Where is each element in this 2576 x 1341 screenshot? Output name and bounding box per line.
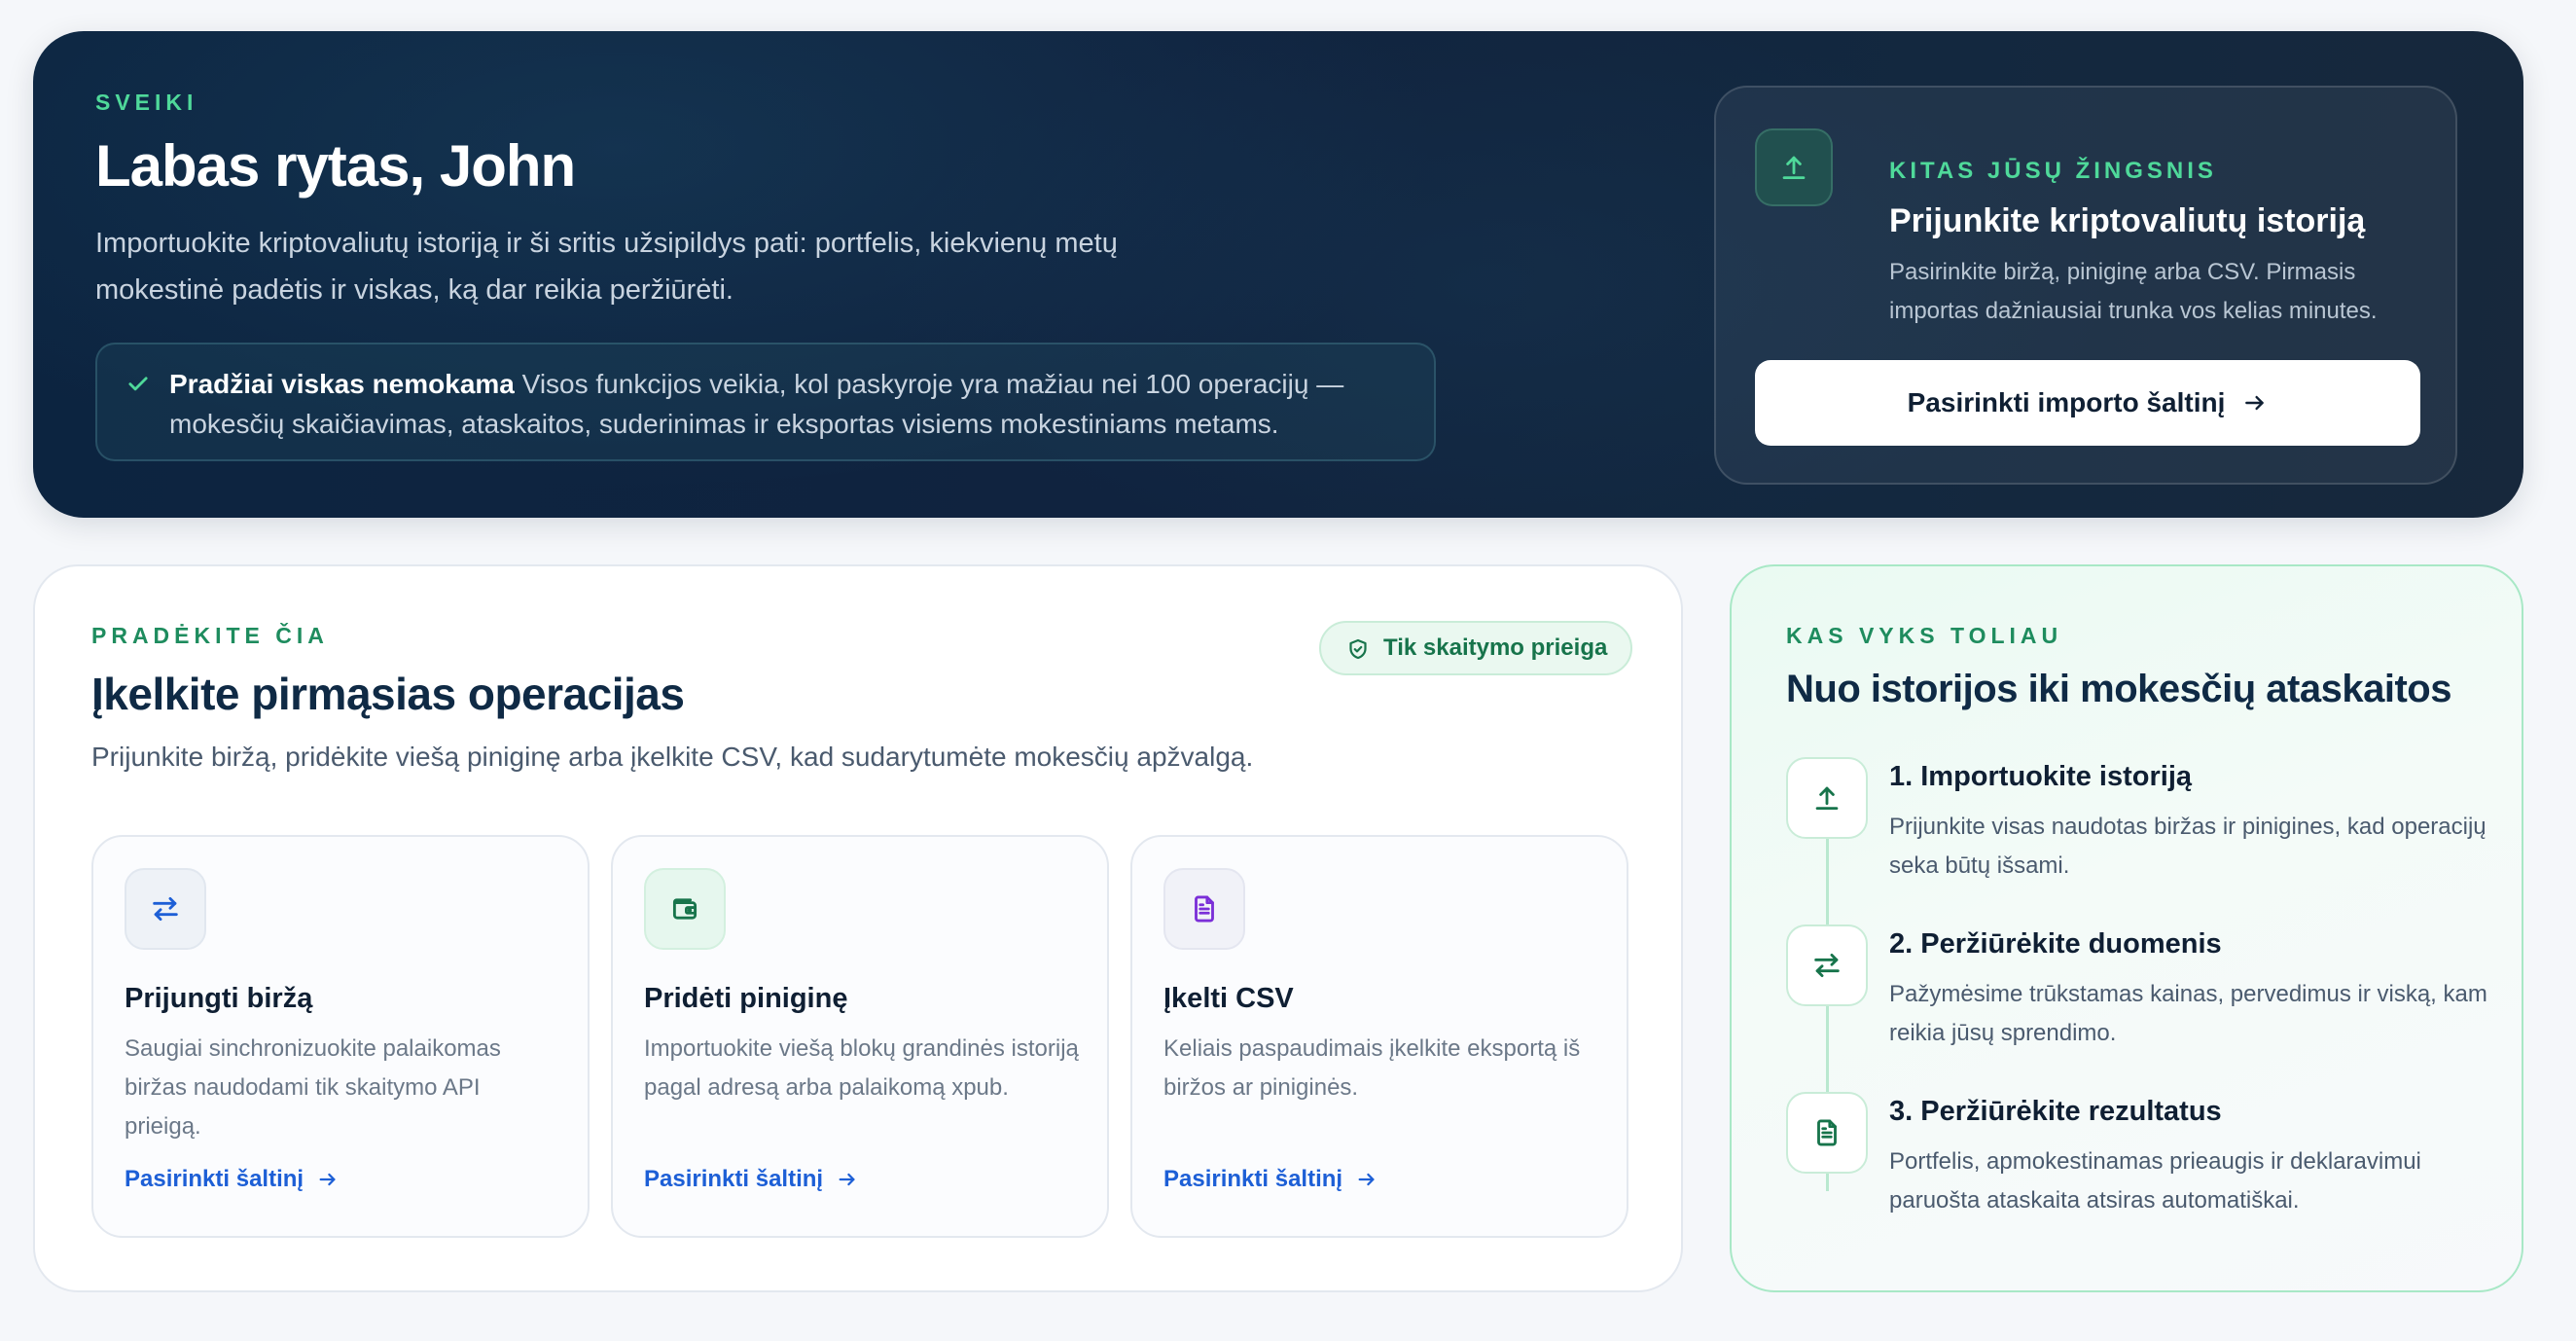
choose-source-label: Pasirinkti šaltinį	[125, 1166, 304, 1192]
arrow-right-icon	[1358, 1173, 1375, 1186]
read-only-badge-label: Tik skaitymo prieiga	[1383, 634, 1608, 661]
step-description: Portfelis, apmokestinamas prieaugis ir d…	[1889, 1148, 2421, 1214]
exchange-arrows-icon	[125, 868, 206, 950]
source-card-csv[interactable]: Įkelti CSV Keliais paspaudimais įkelkite…	[1130, 835, 1628, 1238]
step-title: 2. Peržiūrėkite duomenis	[1889, 928, 2222, 960]
choose-source-link[interactable]: Pasirinkti šaltinį	[644, 1166, 858, 1193]
next-step-card: KITAS JŪSŲ ŽINGSNIS Prijunkite kriptoval…	[1714, 86, 2457, 485]
flow-title: Nuo istorijos iki mokesčių ataskaitos	[1786, 668, 2451, 710]
source-title: Įkelti CSV	[1163, 983, 1294, 1014]
step-title: 1. Importuokite istoriją	[1889, 761, 2192, 792]
upload-icon	[1786, 757, 1868, 839]
start-subtitle: Prijunkite biržą, pridėkite viešą pinigi…	[91, 742, 1254, 772]
document-icon	[1163, 868, 1245, 950]
next-step-title: Prijunkite kriptovaliutų istoriją	[1889, 202, 2366, 239]
notice-strong: Pradžiai viskas nemokama	[169, 369, 515, 399]
next-steps-card: KAS VYKS TOLIAU Nuo istorijos iki mokesč…	[1730, 564, 2523, 1292]
step-description: Pažymėsime trūkstamas kainas, pervedimus…	[1889, 981, 2487, 1046]
exchange-arrows-icon	[1786, 924, 1868, 1006]
check-icon	[128, 377, 148, 391]
import-start-card: PRADĖKITE ČIA Įkelkite pirmąsias operaci…	[33, 564, 1683, 1292]
choose-source-label: Pasirinkti šaltinį	[644, 1166, 824, 1192]
source-card-wallet[interactable]: Pridėti piniginę Importuokite viešą blok…	[611, 835, 1109, 1238]
arrow-right-icon	[839, 1173, 855, 1186]
wallet-icon	[644, 868, 726, 950]
choose-source-link[interactable]: Pasirinkti šaltinį	[1163, 1166, 1377, 1193]
upload-icon	[1755, 128, 1833, 206]
flow-eyebrow: KAS VYKS TOLIAU	[1786, 623, 2063, 648]
source-title: Prijungti biržą	[125, 983, 313, 1014]
next-step-description: Pasirinkite biržą, piniginę arba CSV. Pi…	[1889, 259, 2378, 324]
choose-source-link[interactable]: Pasirinkti šaltinį	[125, 1166, 339, 1193]
shield-check-icon	[1349, 638, 1367, 660]
next-step-eyebrow: KITAS JŪSŲ ŽINGSNIS	[1889, 158, 2217, 184]
document-icon	[1786, 1092, 1868, 1174]
free-plan-notice: Pradžiai viskas nemokama Visos funkcijos…	[95, 343, 1436, 461]
source-description: Importuokite viešą blokų grandinės istor…	[644, 1035, 1079, 1101]
source-description: Saugiai sinchronizuokite palaikomas birž…	[125, 1035, 501, 1140]
arrow-right-icon	[2245, 395, 2265, 411]
step-description: Prijunkite visas naudotas biržas ir pini…	[1889, 814, 2487, 879]
choose-source-label: Pasirinkti šaltinį	[1163, 1166, 1343, 1192]
start-title: Įkelkite pirmąsias operacijas	[91, 669, 685, 719]
choose-import-source-button[interactable]: Pasirinkti importo šaltinį	[1755, 360, 2420, 446]
source-description: Keliais paspaudimais įkelkite eksportą i…	[1163, 1035, 1581, 1101]
read-only-badge: Tik skaitymo prieiga	[1319, 621, 1633, 675]
arrow-right-icon	[319, 1173, 336, 1186]
choose-import-source-label: Pasirinkti importo šaltinį	[1907, 387, 2226, 417]
source-card-exchange[interactable]: Prijungti biržą Saugiai sinchronizuokite…	[91, 835, 590, 1238]
greeting-title: Labas rytas, John	[95, 133, 576, 199]
welcome-hero: SVEIKI Labas rytas, John Importuokite kr…	[33, 31, 2523, 518]
source-title: Pridėti piniginę	[644, 983, 848, 1014]
start-eyebrow: PRADĖKITE ČIA	[91, 623, 329, 648]
hero-eyebrow: SVEIKI	[95, 90, 198, 115]
hero-lead: Importuokite kriptovaliutų istoriją ir š…	[95, 228, 1118, 306]
step-title: 3. Peržiūrėkite rezultatus	[1889, 1096, 2222, 1127]
